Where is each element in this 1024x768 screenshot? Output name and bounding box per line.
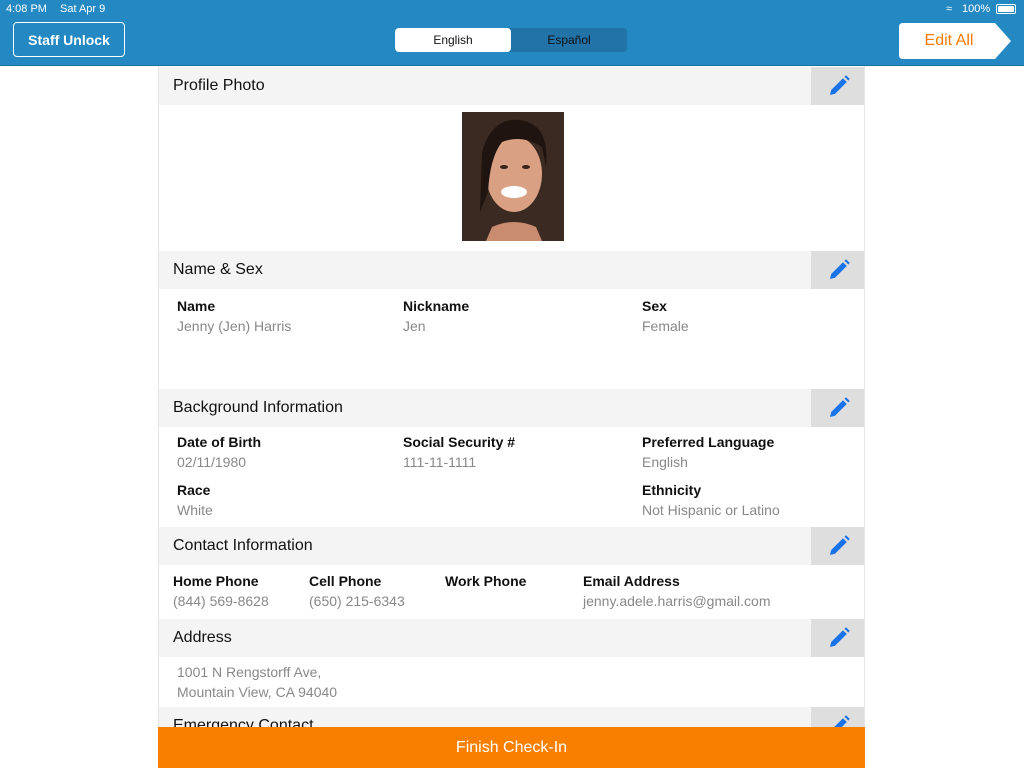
wifi-icon: ≈ (946, 3, 953, 15)
field-nickname: Nickname Jen (403, 298, 469, 334)
field-value: Jenny (Jen) Harris (177, 318, 292, 334)
field-value: English (642, 454, 688, 470)
field-preferred-language: Preferred Language English (642, 434, 774, 470)
top-bar: 4:08 PM Sat Apr 9 ≈ 100% Staff Unlock En… (0, 0, 1024, 66)
field-dob: Date of Birth 02/11/1980 (177, 434, 261, 470)
pencil-icon (829, 535, 850, 555)
profile-photo[interactable] (462, 112, 564, 241)
field-value: Jen (403, 318, 426, 334)
address-line-2: Mountain View, CA 94040 (177, 684, 338, 700)
field-label: Date of Birth (177, 434, 261, 450)
field-value: Female (642, 318, 689, 334)
finish-check-in-button[interactable]: Finish Check-In (158, 727, 865, 768)
pencil-icon (829, 397, 850, 417)
pencil-icon (829, 627, 850, 647)
field-label: Name (177, 298, 216, 314)
field-label: Cell Phone (309, 573, 382, 589)
pencil-icon (829, 259, 850, 279)
section-title: Address (173, 629, 232, 646)
staff-unlock-button[interactable]: Staff Unlock (13, 22, 125, 57)
edit-name-sex-button[interactable] (811, 251, 864, 289)
section-title: Name & Sex (173, 261, 263, 278)
section-title: Background Information (173, 399, 343, 416)
edit-profile-photo-button[interactable] (811, 67, 864, 105)
language-espanol[interactable]: Español (511, 28, 627, 52)
field-value: jenny.adele.harris@gmail.com (583, 593, 771, 609)
field-label: Nickname (403, 298, 470, 314)
field-work-phone: Work Phone (445, 573, 526, 593)
edit-contact-button[interactable] (811, 527, 864, 565)
field-label: Work Phone (445, 573, 527, 589)
field-value: (844) 569-8628 (173, 593, 269, 609)
field-sex: Sex Female (642, 298, 689, 334)
edit-all-label: Edit All (924, 32, 974, 49)
field-label: Social Security # (403, 434, 516, 450)
field-label: Ethnicity (642, 482, 702, 498)
field-label: Race (177, 482, 211, 498)
field-value: 02/11/1980 (177, 454, 247, 470)
profile-content: Profile Photo Name & Sex Name Jenny (Jen)… (158, 66, 865, 768)
field-label: Email Address (583, 573, 680, 589)
language-selector: English Español (395, 28, 627, 52)
field-race: Race White (177, 482, 213, 518)
field-value: (650) 215-6343 (309, 593, 405, 609)
edit-background-button[interactable] (811, 389, 864, 427)
language-english[interactable]: English (395, 28, 511, 52)
field-ssn: Social Security # 111-11-1111 (403, 434, 515, 470)
profile-photo-image (462, 112, 564, 241)
battery-icon (996, 4, 1016, 14)
field-value: White (177, 502, 213, 518)
battery-percent: 100% (962, 3, 991, 15)
field-label: Preferred Language (642, 434, 775, 450)
address-line-1: 1001 N Rengstorff Ave, (177, 664, 322, 680)
pencil-icon (829, 75, 850, 95)
field-cell-phone: Cell Phone (650) 215-6343 (309, 573, 405, 609)
section-header-contact: Contact Information (159, 527, 864, 565)
status-date: Sat Apr 9 (60, 3, 106, 15)
section-title: Contact Information (173, 537, 313, 554)
section-header-profile-photo: Profile Photo (159, 67, 864, 105)
edit-all-button[interactable]: Edit All (899, 23, 1011, 59)
field-ethnicity: Ethnicity Not Hispanic or Latino (642, 482, 780, 518)
field-home-phone: Home Phone (844) 569-8628 (173, 573, 269, 609)
section-title: Profile Photo (173, 77, 265, 94)
section-header-name-sex: Name & Sex (159, 251, 864, 289)
section-header-background: Background Information (159, 389, 864, 427)
field-label: Sex (642, 298, 667, 314)
field-value: 111-11-1111 (403, 454, 477, 470)
section-header-address: Address (159, 619, 864, 657)
status-time: 4:08 PM (6, 3, 47, 15)
address-value: 1001 N Rengstorff Ave, Mountain View, CA… (177, 664, 337, 700)
field-email: Email Address jenny.adele.harris@gmail.co… (583, 573, 770, 609)
field-value: Not Hispanic or Latino (642, 502, 780, 518)
field-label: Home Phone (173, 573, 259, 589)
field-name: Name Jenny (Jen) Harris (177, 298, 291, 334)
edit-address-button[interactable] (811, 619, 864, 657)
